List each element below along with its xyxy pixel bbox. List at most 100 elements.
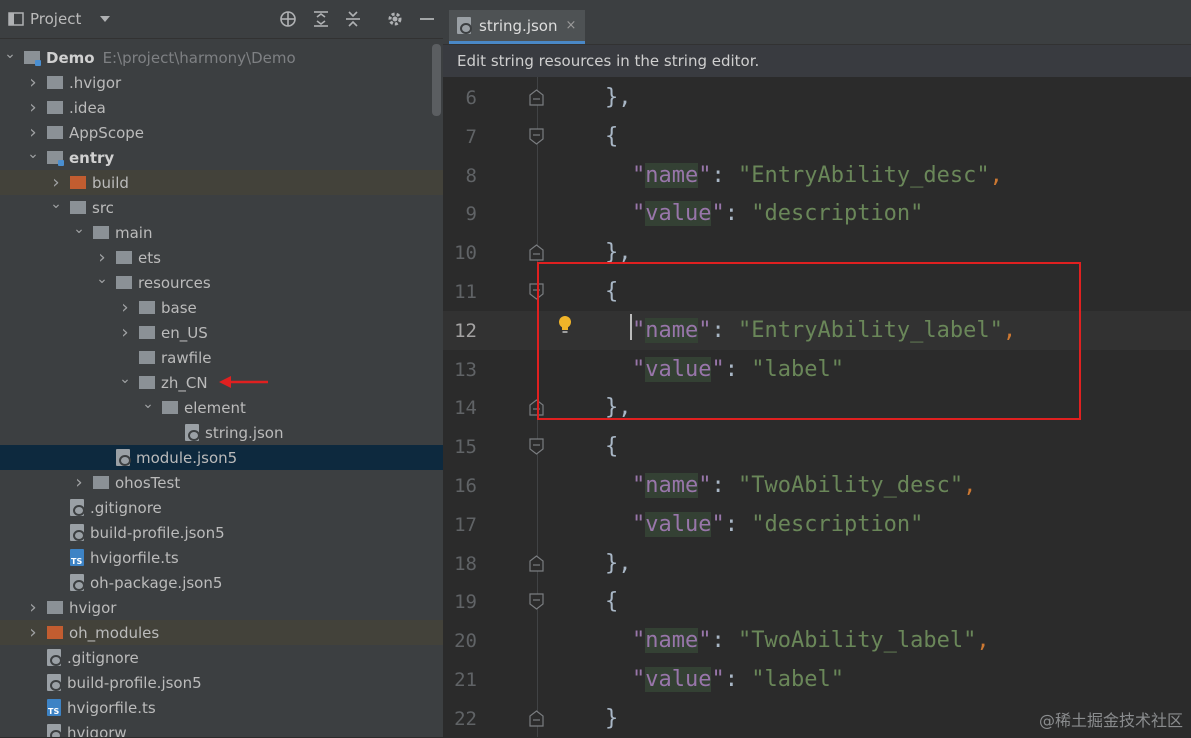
chevron-right-icon[interactable]: › <box>27 622 39 643</box>
chevron-right-icon[interactable]: › <box>96 247 108 268</box>
code-line[interactable]: 9 "value": "description" <box>443 194 1191 233</box>
minimize-icon[interactable] <box>418 10 436 28</box>
tree-item[interactable]: build-profile.json5 <box>0 520 443 545</box>
tree-item[interactable]: › en_US <box>0 320 443 345</box>
quote: " <box>632 162 646 188</box>
punctuation: } <box>605 705 619 731</box>
settings-icon[interactable] <box>386 10 404 28</box>
tree-item[interactable]: › oh_modules <box>0 620 443 645</box>
punctuation: : <box>724 667 752 692</box>
tab-string-json[interactable]: string.json × <box>449 10 585 44</box>
chevron-right-icon[interactable]: › <box>50 172 62 193</box>
tree-item[interactable]: › base <box>0 295 443 320</box>
watermark: @稀土掘金技术社区 <box>1038 711 1183 730</box>
chevron-right-icon[interactable]: › <box>27 97 39 118</box>
editor-notification-banner[interactable]: Edit string resources in the string edit… <box>443 45 1191 77</box>
fold-start-icon[interactable] <box>529 438 544 455</box>
tree-item[interactable]: › build <box>0 170 443 195</box>
tree-item-label: zh_CN <box>161 373 208 392</box>
code-line[interactable]: 6}, <box>443 78 1191 117</box>
chevron-right-icon[interactable]: › <box>119 322 131 343</box>
punctuation: : <box>724 201 752 227</box>
tree-item[interactable]: hvigorfile.ts <box>0 545 443 570</box>
tree-item[interactable]: ⌄ element <box>0 395 443 420</box>
tree-item[interactable]: ⌄ Demo E:\project\harmony\Demo <box>0 45 443 70</box>
code-text: "name": "TwoAbility_desc", <box>632 473 976 498</box>
project-window-icon <box>8 12 24 26</box>
folder-icon <box>47 126 63 139</box>
quote: " <box>711 511 725 537</box>
chevron-right-icon[interactable]: › <box>27 597 39 618</box>
tree-item[interactable]: ⌄ entry <box>0 145 443 170</box>
editor-tab-bar: string.json × <box>443 0 1191 45</box>
tree-item[interactable]: hvigorw <box>0 720 443 737</box>
tree-item-label: src <box>92 198 114 217</box>
project-view-selector[interactable]: Project <box>8 0 111 38</box>
fold-end-icon[interactable] <box>529 710 544 727</box>
dropdown-caret-icon[interactable] <box>99 15 111 23</box>
tree-item[interactable]: rawfile <box>0 345 443 370</box>
chevron-down-icon[interactable]: ⌄ <box>119 371 131 387</box>
code-line[interactable]: 16 "name": "TwoAbility_desc", <box>443 466 1191 505</box>
fold-start-icon[interactable] <box>529 593 544 611</box>
fold-start-icon[interactable] <box>529 128 544 145</box>
project-panel-title: Project <box>30 10 82 28</box>
fold-end-icon[interactable] <box>529 89 544 106</box>
expand-all-icon[interactable] <box>312 10 330 28</box>
chevron-down-icon[interactable]: ⌄ <box>73 221 85 237</box>
tree-item[interactable]: ⌄ src <box>0 195 443 220</box>
chevron-down-icon[interactable]: ⌄ <box>96 271 108 287</box>
tree-item-label: .idea <box>69 98 106 117</box>
line-number: 20 <box>454 630 477 653</box>
locate-icon[interactable] <box>279 10 297 28</box>
json-key-name: value <box>645 667 712 692</box>
tree-item[interactable]: › .hvigor <box>0 70 443 95</box>
json-key: "name" <box>632 162 711 188</box>
chevron-right-icon[interactable]: › <box>73 472 85 493</box>
folder-icon <box>47 76 63 89</box>
tree-item[interactable]: string.json <box>0 420 443 445</box>
comma: , <box>976 628 990 654</box>
tree-item[interactable]: ⌄ resources <box>0 270 443 295</box>
chevron-down-icon[interactable]: ⌄ <box>4 46 16 62</box>
chevron-right-icon[interactable]: › <box>27 72 39 93</box>
json-key-name: name <box>645 162 699 188</box>
tree-item[interactable]: › .idea <box>0 95 443 120</box>
json-key: "value" <box>632 201 725 227</box>
code-line[interactable]: 8 "name": "EntryAbility_desc", <box>443 156 1191 195</box>
code-line[interactable]: 7{ <box>443 117 1191 156</box>
tree-item[interactable]: .gitignore <box>0 645 443 670</box>
tree-item[interactable]: build-profile.json5 <box>0 670 443 695</box>
code-line[interactable]: 19 { <box>443 582 1191 621</box>
line-number: 14 <box>454 397 477 420</box>
tree-item[interactable]: oh-package.json5 <box>0 570 443 595</box>
tree-item[interactable]: module.json5 <box>0 445 443 470</box>
close-icon[interactable]: × <box>566 18 577 33</box>
chevron-down-icon[interactable]: ⌄ <box>50 196 62 212</box>
tree-item[interactable]: › ohosTest <box>0 470 443 495</box>
code-line[interactable]: 15 { <box>443 427 1191 466</box>
tree-item[interactable]: › ets <box>0 245 443 270</box>
chevron-down-icon[interactable]: ⌄ <box>142 396 154 412</box>
tree-item[interactable]: ⌄ main <box>0 220 443 245</box>
chevron-down-icon[interactable]: ⌄ <box>27 146 39 162</box>
chevron-right-icon[interactable]: › <box>119 297 131 318</box>
chevron-right-icon[interactable]: › <box>27 122 39 143</box>
code-line[interactable]: 17 "value": "description" <box>443 505 1191 544</box>
fold-end-icon[interactable] <box>529 554 544 572</box>
tree-item-label: oh-package.json5 <box>90 573 223 592</box>
tree-item[interactable]: › AppScope <box>0 120 443 145</box>
json-file-icon <box>70 524 85 541</box>
tree-item[interactable]: › hvigor <box>0 595 443 620</box>
tree-scrollbar[interactable] <box>432 44 441 116</box>
code-line[interactable]: 21 "value": "label" <box>443 660 1191 699</box>
collapse-all-icon[interactable] <box>344 10 362 28</box>
fold-end-icon[interactable] <box>529 244 544 261</box>
quote: " <box>698 473 712 498</box>
code-line[interactable]: 20 "name": "TwoAbility_label", <box>443 621 1191 660</box>
tree-item-label: ohosTest <box>115 473 181 492</box>
tree-item[interactable]: .gitignore <box>0 495 443 520</box>
tree-item[interactable]: hvigorfile.ts <box>0 695 443 720</box>
code-line[interactable]: 18}, <box>443 544 1191 583</box>
typescript-file-icon <box>70 549 84 566</box>
